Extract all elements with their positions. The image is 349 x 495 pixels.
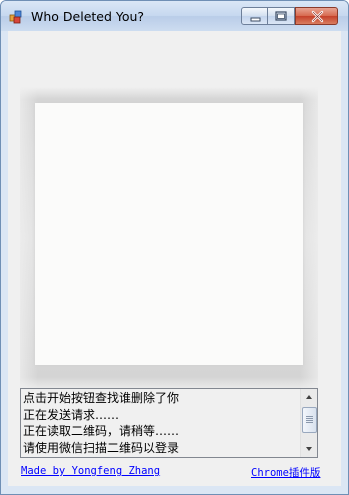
status-log-lines: 点击开始按钮查找谁删除了你 正在发送请求…… 正在读取二维码，请稍等…… 请使用… — [23, 390, 301, 456]
log-line: 正在读取二维码，请稍等…… — [23, 424, 180, 438]
app-window-icon[interactable] — [9, 9, 23, 24]
app-window: Who Deleted You? 点击开始按钮查找谁删除了你 正在发送请求…… … — [0, 0, 349, 495]
log-scrollbar[interactable] — [300, 389, 317, 457]
qr-code-image — [35, 103, 303, 365]
minimize-button[interactable] — [241, 7, 268, 25]
scroll-down-arrow[interactable] — [301, 441, 317, 457]
window-title: Who Deleted You? — [31, 9, 145, 24]
close-button[interactable] — [295, 7, 338, 25]
scroll-up-arrow[interactable] — [301, 389, 317, 405]
title-bar[interactable]: Who Deleted You? — [1, 1, 348, 31]
chevron-up-icon — [306, 395, 312, 399]
log-line: 正在发送请求…… — [23, 407, 120, 422]
client-area: 点击开始按钮查找谁删除了你 正在发送请求…… 正在读取二维码，请稍等…… 请使用… — [8, 31, 341, 486]
chrome-extension-link[interactable]: Chrome插件版 — [251, 465, 320, 480]
minimize-icon — [250, 17, 261, 22]
log-line: 点击开始按钮查找谁删除了你 — [23, 391, 180, 405]
close-icon — [311, 10, 324, 23]
maximize-icon — [275, 11, 287, 21]
maximize-button[interactable] — [268, 7, 295, 25]
author-link[interactable]: Made by Yongfeng Zhang — [21, 465, 160, 477]
chevron-down-icon — [306, 447, 312, 451]
status-log-textbox[interactable]: 点击开始按钮查找谁删除了你 正在发送请求…… 正在读取二维码，请稍等…… 请使用… — [20, 388, 318, 458]
log-line: 请使用微信扫描二维码以登录 — [23, 440, 180, 455]
scroll-thumb[interactable] — [302, 407, 317, 433]
qr-code-panel — [20, 87, 318, 389]
